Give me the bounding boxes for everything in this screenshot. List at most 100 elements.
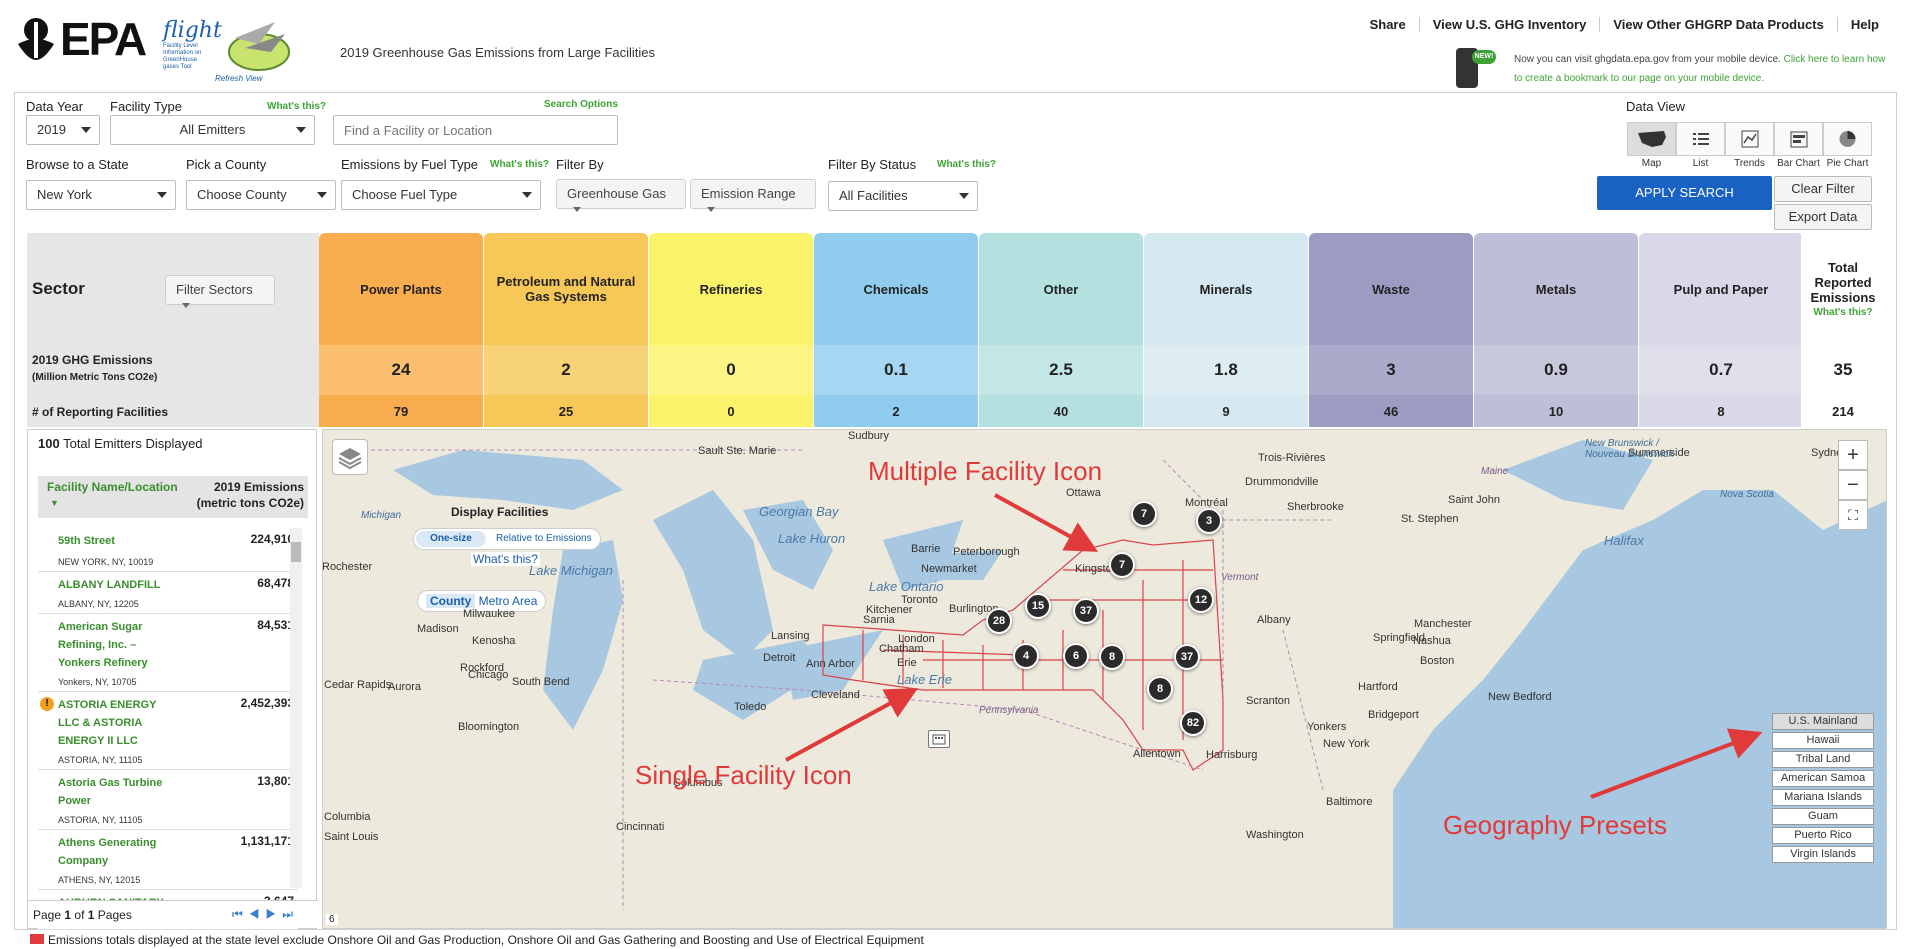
facility-cluster-marker[interactable]: 7 — [1109, 552, 1135, 578]
geo-preset-button[interactable]: Mariana Islands — [1772, 789, 1874, 806]
geo-preset-button[interactable]: Virgin Islands — [1772, 846, 1874, 863]
zoom-in-button[interactable]: + — [1838, 440, 1868, 470]
facility-name[interactable]: Astoria Gas Turbine Power — [58, 774, 178, 810]
view-map-button[interactable] — [1627, 122, 1676, 156]
sector-column[interactable]: Waste 3 46 — [1309, 233, 1473, 427]
facility-cluster-marker[interactable]: 37 — [1073, 598, 1099, 624]
facility-cluster-marker[interactable]: 8 — [1147, 676, 1173, 702]
export-data-button[interactable]: Export Data — [1774, 204, 1872, 230]
status-whats-this[interactable]: What's this? — [937, 159, 996, 170]
sector-name[interactable]: Pulp and Paper — [1639, 233, 1803, 345]
list-item[interactable]: American Sugar Refining, Inc. – Yonkers … — [38, 614, 298, 692]
other-products-link[interactable]: View Other GHGRP Data Products — [1599, 17, 1836, 32]
map-view[interactable]: Display Facilities One-size Relative to … — [322, 429, 1887, 929]
geo-preset-button[interactable]: Guam — [1772, 808, 1874, 825]
sort-down-icon[interactable]: ▼ — [50, 498, 59, 508]
geo-preset-button[interactable]: Tribal Land — [1772, 751, 1874, 768]
facility-cluster-marker[interactable]: 12 — [1188, 587, 1214, 613]
sector-column[interactable]: Power Plants 24 79 — [319, 233, 483, 427]
sector-column[interactable]: Chemicals 0.1 2 — [814, 233, 978, 427]
view-trends-button[interactable] — [1725, 122, 1774, 156]
sector-name[interactable]: Chemicals — [814, 233, 978, 345]
search-input[interactable] — [333, 115, 618, 145]
fuel-type-select[interactable]: Choose Fuel Type — [341, 180, 541, 210]
metro-toggle[interactable]: Metro Area — [479, 594, 538, 608]
fullscreen-button[interactable]: ⛶ — [1838, 500, 1868, 530]
facility-name[interactable]: ALBANY LANDFILL — [58, 576, 178, 594]
county-toggle[interactable]: County — [426, 594, 476, 608]
facility-cluster-marker[interactable]: 6 — [1063, 643, 1089, 669]
sector-column[interactable]: Metals 0.9 10 — [1474, 233, 1638, 427]
facility-type-select[interactable]: All Emitters — [110, 115, 315, 145]
filter-sectors-button[interactable]: Filter Sectors — [165, 275, 275, 309]
sector-name[interactable]: Metals — [1474, 233, 1638, 345]
facility-cluster-marker[interactable]: 82 — [1180, 710, 1206, 736]
col-facility-name[interactable]: Facility Name/Location — [47, 480, 178, 494]
facility-name[interactable]: Athens Generating Company — [58, 834, 178, 870]
col-emissions[interactable]: 2019 Emissions (metric tons CO2e) — [184, 479, 304, 511]
search-options-link[interactable]: Search Options — [544, 99, 618, 110]
share-link[interactable]: Share — [1357, 17, 1419, 32]
total-whats-this[interactable]: What's this? — [1813, 307, 1872, 318]
facility-name[interactable]: 59th Street — [58, 532, 178, 550]
view-bar-chart-button[interactable] — [1774, 122, 1823, 156]
list-scrollbar[interactable] — [290, 528, 302, 888]
zoom-out-button[interactable]: − — [1838, 470, 1868, 500]
sector-name[interactable]: Waste — [1309, 233, 1473, 345]
sector-column[interactable]: Refineries 0 0 — [649, 233, 813, 427]
list-item[interactable]: 59th Street NEW YORK, NY, 10019 224,910 — [38, 528, 298, 572]
clear-filter-button[interactable]: Clear Filter — [1774, 176, 1872, 202]
facility-emissions: 1,131,171 — [240, 834, 294, 848]
map-region-label: Vermont — [1221, 572, 1259, 583]
sector-column[interactable]: Other 2.5 40 — [979, 233, 1143, 427]
geo-preset-button[interactable]: American Samoa — [1772, 770, 1874, 787]
sector-column[interactable]: Pulp and Paper 0.7 8 — [1639, 233, 1803, 427]
geo-preset-button[interactable]: Puerto Rico — [1772, 827, 1874, 844]
help-link[interactable]: Help — [1836, 17, 1892, 32]
data-year-select[interactable]: 2019 — [26, 115, 100, 145]
facility-type-whats-this[interactable]: What's this? — [267, 101, 326, 112]
pager-nav-icons[interactable]: ⏮◀▶⏭ — [232, 907, 299, 922]
emission-range-dropdown[interactable]: Emission Range — [690, 179, 816, 213]
sector-name[interactable]: Power Plants — [319, 233, 483, 345]
epa-logo[interactable]: EPA — [14, 14, 156, 64]
geo-preset-button[interactable]: Hawaii — [1772, 732, 1874, 749]
sector-name[interactable]: Refineries — [649, 233, 813, 345]
list-item[interactable]: Athens Generating Company ATHENS, NY, 120… — [38, 830, 298, 890]
sector-column[interactable]: Petroleum and Natural Gas Systems 2 25 — [484, 233, 648, 427]
sector-name[interactable]: Petroleum and Natural Gas Systems — [484, 233, 648, 345]
fuel-whats-this[interactable]: What's this? — [490, 159, 549, 170]
facility-cluster-marker[interactable]: 8 — [1099, 644, 1125, 670]
state-select[interactable]: New York — [26, 180, 176, 210]
list-item[interactable]: ! ASTORIA ENERGY LLC & ASTORIA ENERGY II … — [38, 692, 298, 770]
facility-cluster-marker[interactable]: 3 — [1196, 508, 1222, 534]
facility-cluster-marker[interactable]: 4 — [1013, 643, 1039, 669]
warning-icon[interactable]: ! — [40, 697, 54, 711]
facility-name[interactable]: American Sugar Refining, Inc. – Yonkers … — [58, 618, 178, 672]
flight-logo[interactable]: flight Facility Level Information on Gre… — [163, 18, 303, 88]
sector-column[interactable]: Minerals 1.8 9 — [1144, 233, 1308, 427]
apply-search-button[interactable]: APPLY SEARCH — [1597, 176, 1772, 210]
county-select[interactable]: Choose County — [186, 180, 336, 210]
list-item[interactable]: ALBANY LANDFILL ALBANY, NY, 12205 68,478 — [38, 572, 298, 614]
status-select[interactable]: All Facilities — [828, 181, 978, 211]
one-size-toggle[interactable]: One-size — [416, 531, 486, 547]
refresh-view-link[interactable]: Refresh View — [215, 74, 262, 83]
greenhouse-gas-dropdown[interactable]: Greenhouse Gas — [556, 179, 686, 213]
layers-button[interactable] — [332, 439, 368, 475]
facility-cluster-marker[interactable]: 15 — [1025, 593, 1051, 619]
sector-name[interactable]: Minerals — [1144, 233, 1308, 345]
scrollbar-thumb[interactable] — [291, 542, 301, 562]
list-item[interactable]: Astoria Gas Turbine Power ASTORIA, NY, 11… — [38, 770, 298, 830]
facility-name[interactable]: ASTORIA ENERGY LLC & ASTORIA ENERGY II L… — [58, 696, 178, 750]
view-pie-chart-button[interactable] — [1823, 122, 1872, 156]
single-facility-icon[interactable] — [928, 730, 950, 748]
view-list-button[interactable] — [1676, 122, 1725, 156]
facility-cluster-marker[interactable]: 28 — [986, 608, 1012, 634]
facility-cluster-marker[interactable]: 7 — [1131, 501, 1157, 527]
facility-cluster-marker[interactable]: 37 — [1174, 644, 1200, 670]
sector-name[interactable]: Other — [979, 233, 1143, 345]
ghg-inventory-link[interactable]: View U.S. GHG Inventory — [1418, 17, 1600, 32]
relative-toggle[interactable]: Relative to Emissions — [496, 531, 592, 547]
geo-preset-button[interactable]: U.S. Mainland — [1772, 713, 1874, 730]
